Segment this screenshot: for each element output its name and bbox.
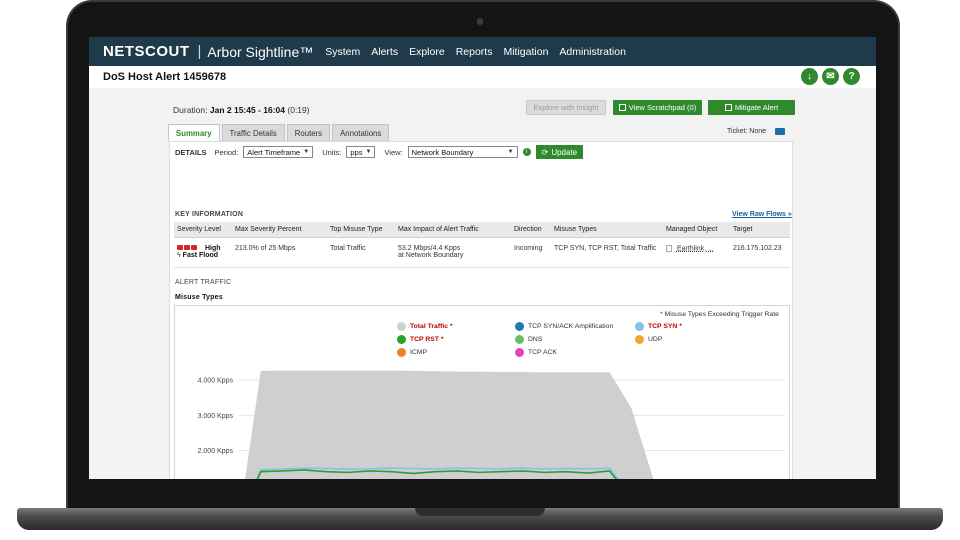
duration-label: Duration:: [173, 105, 208, 115]
misuse-types-heading: Misuse Types: [175, 294, 223, 301]
laptop-notch: [415, 508, 545, 516]
lightning-icon: ϟ: [177, 251, 181, 259]
cell-misuse-types: TCP SYN, TCP RST, Total Traffic: [551, 237, 663, 268]
view-scratchpad-button[interactable]: View Scratchpad (0): [613, 100, 702, 115]
summary-panel: DETAILS Period: Alert Timeframe ▼ Units:…: [169, 141, 793, 479]
chevron-down-icon: ▼: [303, 149, 310, 155]
download-icon[interactable]: ↓: [801, 68, 818, 85]
duration-extra: (0:19): [287, 105, 310, 115]
managed-object-link[interactable]: Earthlink, ...: [677, 245, 714, 252]
col-direction: Direction: [511, 222, 551, 238]
app-screen: NETSCOUT | Arbor Sightline™ System Alert…: [89, 37, 876, 479]
view-label: View:: [384, 147, 403, 157]
refresh-icon: ⟳: [541, 147, 549, 157]
tab-traffic-details[interactable]: Traffic Details: [221, 124, 285, 141]
col-severity-level: Severity Level: [174, 222, 232, 238]
brand-logo[interactable]: NETSCOUT: [103, 43, 190, 60]
cell-severity: High ϟ Fast Flood: [174, 237, 232, 268]
brand-separator: |: [197, 43, 202, 60]
chevron-down-icon: ▼: [365, 149, 372, 155]
view-select[interactable]: Network Boundary ▼: [407, 146, 518, 158]
page-titlebar: DoS Host Alert 1459678 ↓ ✉ ?: [89, 66, 876, 88]
nav-alerts[interactable]: Alerts: [371, 46, 398, 58]
y-tick-label: 3.000 Kpps: [198, 413, 234, 420]
table-header-row: Severity Level Max Severity Percent Top …: [174, 222, 790, 238]
view-value: Network Boundary: [411, 147, 474, 157]
units-select[interactable]: pps ▼: [346, 146, 376, 158]
ticket-status: Ticket: None: [727, 128, 767, 135]
col-managed-object: Managed Object: [663, 222, 730, 238]
help-icon[interactable]: ?: [843, 68, 860, 85]
explore-insight-label: Explore with Insight: [533, 103, 599, 112]
units-value: pps: [350, 147, 363, 157]
view-scratchpad-label: View Scratchpad (0): [628, 103, 697, 112]
alert-traffic-label: ALERT TRAFFIC: [175, 279, 232, 286]
nav-explore[interactable]: Explore: [409, 46, 445, 58]
cell-managed-object[interactable]: Earthlink, ...: [663, 237, 730, 268]
view-raw-flows-link[interactable]: View Raw Flows »: [732, 211, 792, 218]
key-information-label: KEY INFORMATION: [175, 211, 244, 218]
info-icon[interactable]: i: [522, 148, 531, 156]
chart-plot: 1.000 Kpps2.000 Kpps3.000 Kpps4.000 Kpps: [198, 370, 785, 479]
page-title: DoS Host Alert 1459678: [103, 71, 227, 83]
period-label: Period:: [214, 147, 239, 157]
misuse-types-chart: * Misuse Types Exceeding Trigger Rate To…: [174, 305, 790, 479]
severity-value: High: [204, 244, 221, 252]
mitigate-icon: [724, 104, 732, 111]
cell-max-impact: 53.2 Mbps/4.4 Kpps at Network Boundary: [395, 237, 511, 268]
alert-content: Duration: Jan 2 15:45 - 16:04 (0:19) Exp…: [168, 97, 795, 479]
series-area-total-traffic: [245, 370, 654, 479]
update-label: Update: [551, 147, 578, 157]
nav-mitigation[interactable]: Mitigation: [503, 46, 548, 58]
cell-direction: Incoming: [511, 237, 551, 268]
details-label: DETAILS: [175, 147, 207, 157]
mitigate-alert-label: Mitigate Alert: [734, 103, 779, 112]
cell-max-percent: 213.0% of 25 Mbps: [232, 237, 327, 268]
table-row: High ϟ Fast Flood 213.0% of 25 Mbps Tota…: [174, 237, 790, 268]
update-button[interactable]: ⟳ Update: [535, 145, 584, 159]
col-max-severity-percent: Max Severity Percent: [232, 222, 327, 238]
chevron-down-icon: ▼: [507, 149, 514, 155]
ticket-icon[interactable]: [775, 128, 785, 135]
list-icon: [618, 104, 626, 111]
max-impact-rate: 53.2 Mbps/4.4 Kpps: [398, 244, 461, 252]
nav-system[interactable]: System: [325, 46, 360, 58]
period-select[interactable]: Alert Timeframe ▼: [243, 146, 314, 158]
tab-summary[interactable]: Summary: [168, 124, 220, 141]
tab-routers[interactable]: Routers: [286, 124, 331, 141]
period-value: Alert Timeframe: [247, 147, 301, 157]
nav-administration[interactable]: Administration: [559, 46, 626, 58]
col-misuse-types: Misuse Types: [551, 222, 663, 238]
product-name: Arbor Sightline™: [207, 43, 314, 60]
title-actions: ↓ ✉ ?: [801, 68, 860, 85]
y-tick-label: 2.000 Kpps: [198, 448, 234, 455]
y-tick-label: 4.000 Kpps: [198, 378, 234, 385]
tab-bar: Summary Traffic Details Routers Annotati…: [168, 124, 390, 141]
units-label: Units:: [322, 147, 342, 157]
col-target: Target: [730, 222, 790, 238]
duration-value: Jan 2 15:45 - 16:04: [209, 105, 286, 115]
max-impact-location: at Network Boundary: [398, 251, 464, 259]
details-toolbar: DETAILS Period: Alert Timeframe ▼ Units:…: [175, 145, 584, 159]
duration: Duration: Jan 2 15:45 - 16:04 (0:19): [173, 105, 310, 115]
col-top-misuse-type: Top Misuse Type: [327, 222, 395, 238]
fast-flood-label: Fast Flood: [182, 251, 219, 259]
key-information-table: Severity Level Max Severity Percent Top …: [174, 222, 790, 268]
tab-annotations[interactable]: Annotations: [332, 124, 390, 141]
mail-icon[interactable]: ✉: [822, 68, 839, 85]
managed-object-icon: [666, 244, 672, 252]
cell-top-misuse: Total Traffic: [327, 237, 395, 268]
mitigate-alert-button[interactable]: Mitigate Alert: [708, 100, 795, 115]
explore-insight-button[interactable]: Explore with Insight: [526, 100, 606, 115]
col-max-impact: Max Impact of Alert Traffic: [395, 222, 511, 238]
top-navigation: NETSCOUT | Arbor Sightline™ System Alert…: [89, 37, 876, 66]
camera-icon: [476, 18, 484, 25]
nav-reports[interactable]: Reports: [456, 46, 493, 58]
cell-target: 216.175.102.23: [730, 237, 790, 268]
severity-indicator: [177, 245, 197, 251]
